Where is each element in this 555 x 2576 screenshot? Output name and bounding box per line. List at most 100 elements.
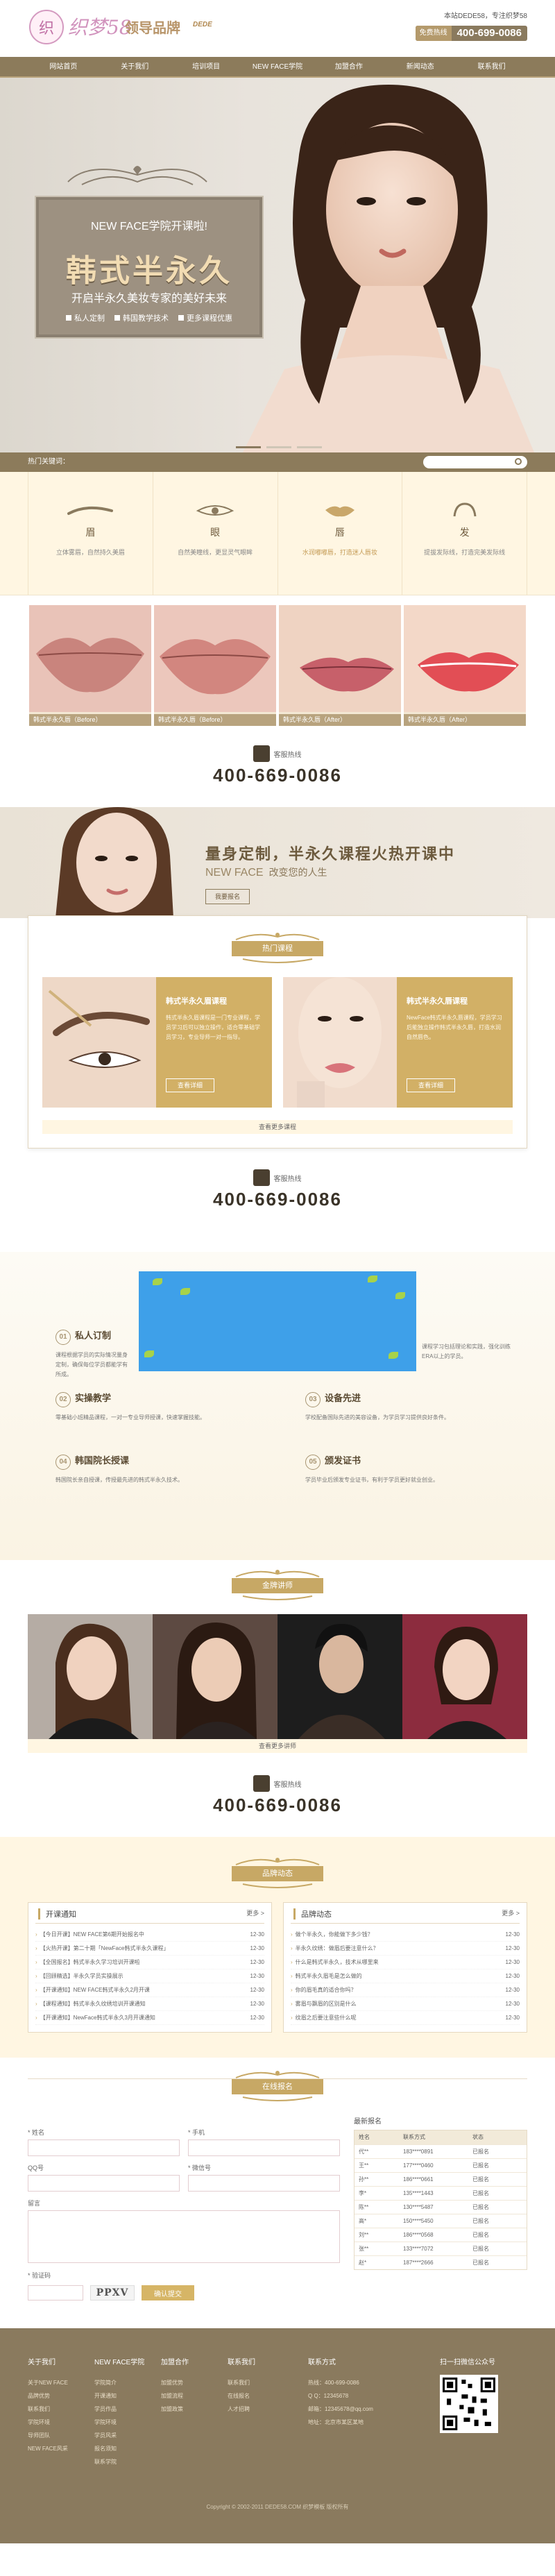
feature-lips[interactable]: 唇 水润嘟嘟唇，打造迷人唇妆 bbox=[278, 472, 403, 595]
nav-item-contact[interactable]: 联系我们 bbox=[456, 57, 527, 78]
news-item[interactable]: › 半永久纹绣：做眉后要注意什么？ 12-30 bbox=[291, 1942, 520, 1956]
teacher-photo[interactable] bbox=[278, 1614, 402, 1739]
news-date: 12-30 bbox=[250, 1959, 264, 1965]
course-detail-button[interactable]: 查看详细 bbox=[407, 1078, 455, 1092]
search-input[interactable] bbox=[423, 456, 527, 468]
footer-link[interactable]: 加盟优势 bbox=[161, 2376, 228, 2389]
nav-item-about[interactable]: 关于我们 bbox=[99, 57, 171, 78]
footer-link[interactable]: 学院环境 bbox=[28, 2416, 94, 2429]
footer-link[interactable]: 加盟政策 bbox=[161, 2403, 228, 2416]
table-row: 孙** 186****0661 已报名 bbox=[355, 2172, 527, 2186]
footer-link[interactable]: 联系学院 bbox=[94, 2455, 161, 2468]
bullet-icon: › bbox=[35, 1987, 37, 1993]
news-item[interactable]: › 【开课通知】NewFace韩式半永久3月开课通知 12-30 bbox=[35, 2011, 264, 2025]
col-header: 姓名 bbox=[359, 2134, 370, 2140]
feature-title: 唇 bbox=[334, 527, 345, 538]
teacher-photo[interactable] bbox=[28, 1614, 153, 1739]
news-item[interactable]: › 雾眉与飘眉的区别是什么 12-30 bbox=[291, 1997, 520, 2011]
news-item[interactable]: › 【全国报名】韩式半永久学习培训开课啦 12-30 bbox=[35, 1956, 264, 1969]
footer-link[interactable]: 加盟流程 bbox=[161, 2389, 228, 2403]
footer-link[interactable]: 联系我们 bbox=[228, 2376, 294, 2389]
hero-banner[interactable]: NEW FACE学院开课啦! 韩式半永久 开启半永久美妆专家的美好未来 私人定制… bbox=[0, 78, 555, 452]
advantage-number: 01 bbox=[56, 1330, 71, 1345]
feature-title: 眼 bbox=[210, 527, 221, 538]
news-item[interactable]: › 【课程通知】韩式半永久纹绣培训开课通知 12-30 bbox=[35, 1997, 264, 2011]
footer-col-title: 关于我们 bbox=[28, 2359, 56, 2366]
gallery-item[interactable]: 韩式半永久唇（After） bbox=[404, 605, 526, 726]
contact-phone: 热线：400-699-0086 bbox=[308, 2380, 359, 2386]
course-detail-button[interactable]: 查看详细 bbox=[166, 1078, 214, 1092]
captcha-image[interactable]: PPXV bbox=[90, 2285, 135, 2300]
banner-tag-label: 私人定制 bbox=[74, 314, 105, 323]
nav-item-news[interactable]: 新闻动态 bbox=[384, 57, 456, 78]
captcha-input[interactable] bbox=[28, 2285, 83, 2300]
gallery-item[interactable]: 韩式半永久唇（Before） bbox=[154, 605, 276, 726]
banner-dot[interactable] bbox=[236, 446, 261, 448]
news-item[interactable]: › 【开课通知】NEW FACE韩式半永久2月开课 12-30 bbox=[35, 1983, 264, 1997]
cell-status: 已报名 bbox=[472, 2232, 489, 2238]
hot-search-bar: 热门关键词： bbox=[0, 452, 555, 472]
footer-link[interactable]: 品牌优势 bbox=[28, 2389, 94, 2403]
message-textarea[interactable] bbox=[28, 2210, 340, 2263]
submit-button[interactable]: 确认提交 bbox=[142, 2285, 194, 2300]
news-item[interactable]: › 【火热开课】第二十期「NewFace韩式半永久课程」 12-30 bbox=[35, 1942, 264, 1956]
course-card[interactable]: 韩式半永久唇课程 NewFace韩式半永久唇课程，学员学习后能独立操作韩式半永久… bbox=[283, 977, 513, 1108]
lip-before-image bbox=[29, 605, 151, 712]
phone-input[interactable] bbox=[188, 2139, 340, 2156]
news-item[interactable]: › 纹眉之后要注意些什么呢 12-30 bbox=[291, 2011, 520, 2025]
col-header: 状态 bbox=[472, 2134, 484, 2140]
name-input[interactable] bbox=[28, 2139, 180, 2156]
nav-item-franchise[interactable]: 加盟合作 bbox=[313, 57, 384, 78]
nav-item-newface[interactable]: NEW FACE学院 bbox=[242, 57, 314, 78]
footer-link[interactable]: 关于NEW FACE bbox=[28, 2376, 94, 2389]
gallery-item[interactable]: 韩式半永久唇（Before） bbox=[29, 605, 151, 726]
wechat-input[interactable] bbox=[188, 2175, 340, 2192]
news-item[interactable]: › 【回顾精选】半永久学员实操展示 12-30 bbox=[35, 1969, 264, 1983]
banner-dot[interactable] bbox=[297, 446, 322, 448]
footer-link[interactable]: 报名须知 bbox=[94, 2442, 161, 2455]
more-courses-link[interactable]: 查看更多课程 bbox=[42, 1120, 513, 1134]
footer-link[interactable]: 开课通知 bbox=[94, 2389, 161, 2403]
section-title-label: 在线报名 bbox=[232, 2079, 323, 2094]
footer-link[interactable]: 学员风采 bbox=[94, 2429, 161, 2442]
footer-link[interactable]: 学院环境 bbox=[94, 2416, 161, 2429]
footer-link[interactable]: NEW FACE风采 bbox=[28, 2442, 94, 2455]
footer-link[interactable]: 人才招聘 bbox=[228, 2403, 294, 2416]
search-icon[interactable] bbox=[515, 458, 522, 465]
course-list: 韩式半永久眉课程 韩式半永久眉课程是一门专业课程，学员学习后可以独立操作，适合零… bbox=[42, 977, 513, 1108]
teacher-photo[interactable] bbox=[153, 1614, 278, 1739]
news-more-link[interactable]: 更多 > bbox=[502, 1908, 520, 1917]
news-title: 什么是韩式半永久，技术从哪里来 bbox=[295, 1959, 379, 1965]
logo[interactable]: 织 织梦58 领导品牌 DEDE bbox=[29, 10, 212, 46]
news-more-link[interactable]: 更多 > bbox=[246, 1908, 264, 1917]
nav-item-training[interactable]: 培训项目 bbox=[171, 57, 242, 78]
gallery-item[interactable]: 韩式半永久唇（After） bbox=[279, 605, 401, 726]
bullet-icon: › bbox=[35, 2001, 37, 2007]
banner-dot[interactable] bbox=[266, 446, 291, 448]
news-item[interactable]: › 做个半永久，你能做下多少钱？ 12-30 bbox=[291, 1928, 520, 1942]
news-item[interactable]: › 什么是韩式半永久，技术从哪里来 12-30 bbox=[291, 1956, 520, 1969]
news-item[interactable]: › 【今日开课】NEW FACE第6期开始报名中 12-30 bbox=[35, 1928, 264, 1942]
nav-item-home[interactable]: 网站首页 bbox=[28, 57, 99, 78]
news-item[interactable]: › 你的眉毛真的适合你吗？ 12-30 bbox=[291, 1983, 520, 1997]
promo-headline: 量身定制，半永久课程火热开课中 bbox=[205, 845, 456, 863]
banner-tags: 私人定制 韩国教学技术 更多课程优惠 bbox=[36, 312, 262, 323]
signup-button[interactable]: 我要报名 bbox=[205, 889, 250, 904]
footer-link[interactable]: 在线报名 bbox=[228, 2389, 294, 2403]
qq-input[interactable] bbox=[28, 2175, 180, 2192]
feature-brow[interactable]: 眉 立体雾眉，自然持久美眉 bbox=[28, 472, 153, 595]
feature-eye[interactable]: 眼 自然美瞳线，更显灵气眼眸 bbox=[153, 472, 278, 595]
course-card[interactable]: 韩式半永久眉课程 韩式半永久眉课程是一门专业课程，学员学习后可以独立操作，适合零… bbox=[42, 977, 272, 1108]
news-item[interactable]: › 韩式半永久眉毛是怎么做的 12-30 bbox=[291, 1969, 520, 1983]
teacher-photo[interactable] bbox=[402, 1614, 527, 1739]
footer-link[interactable]: 导师团队 bbox=[28, 2429, 94, 2442]
qr-title: 扫一扫微信公众号 bbox=[440, 2359, 495, 2366]
footer-link[interactable]: 学员作品 bbox=[94, 2403, 161, 2416]
advantage-item: 课程学习包括理论和实践，强化训练ERA以上的学员。 bbox=[422, 1342, 512, 1362]
recent-signups-title: 最新报名 bbox=[354, 2118, 382, 2126]
footer-link[interactable]: 联系我们 bbox=[28, 2403, 94, 2416]
lip-after-image bbox=[279, 605, 401, 712]
footer-link[interactable]: 学院简介 bbox=[94, 2376, 161, 2389]
more-teachers-link[interactable]: 查看更多讲师 bbox=[28, 1739, 527, 1753]
feature-hair[interactable]: 发 提拔发际线，打造完美发际线 bbox=[402, 472, 527, 595]
